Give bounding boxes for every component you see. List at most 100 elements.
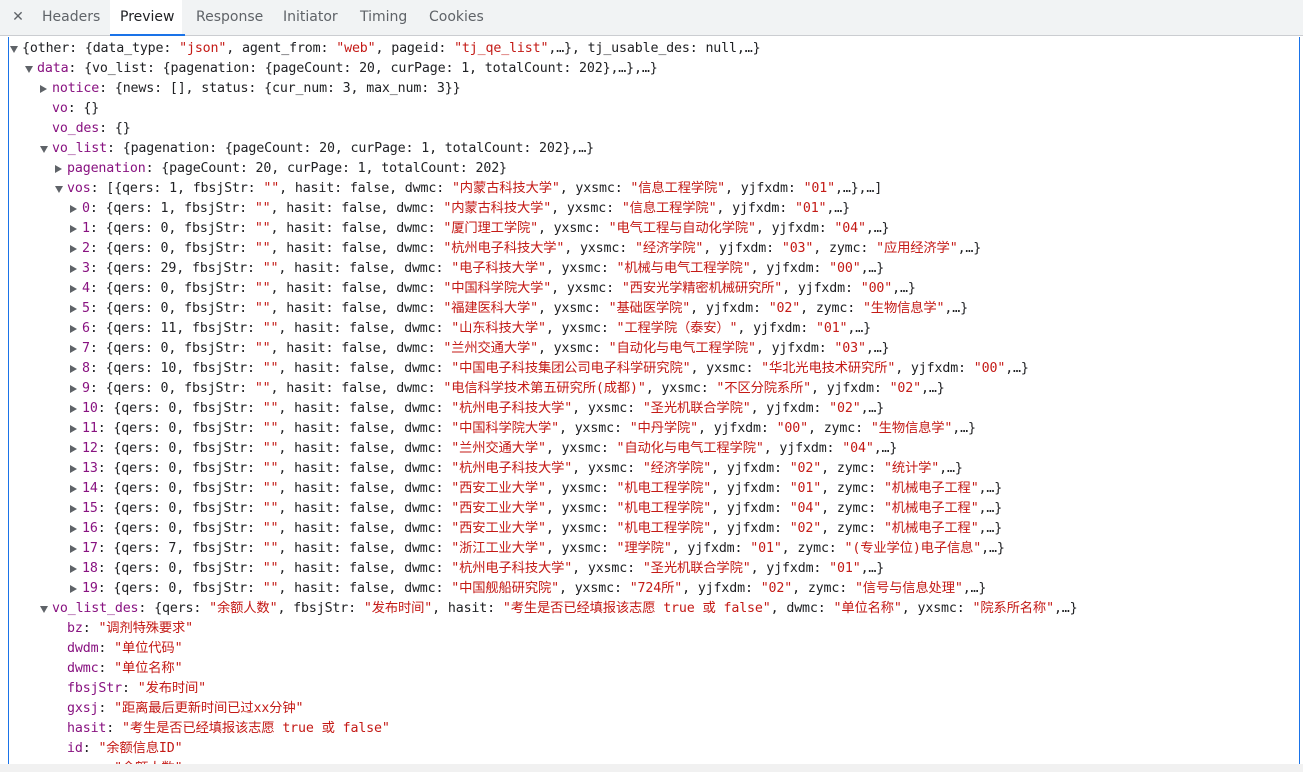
json-text: : {qers: 0, fbsjStr: — [89, 301, 255, 316]
json-key: 2 — [82, 241, 90, 256]
json-string: "04" — [789, 501, 822, 516]
tree-line[interactable]: 2: {qers: 0, fbsjStr: "", hasit: false, … — [0, 239, 1078, 259]
tree-line[interactable]: 5: {qers: 0, fbsjStr: "", hasit: false, … — [0, 299, 1078, 319]
tree-line[interactable]: vo_list_des: {qers: "余额人数", fbsjStr: "发布… — [0, 599, 1078, 619]
collapsed-triangle-icon[interactable] — [70, 385, 77, 393]
tree-line[interactable]: 17: {qers: 7, fbsjStr: "", hasit: false,… — [0, 539, 1078, 559]
collapsed-triangle-icon[interactable] — [70, 585, 77, 593]
collapsed-triangle-icon[interactable] — [70, 225, 77, 233]
tab-preview[interactable]: Preview — [110, 0, 184, 36]
collapsed-triangle-icon[interactable] — [70, 525, 77, 533]
collapsed-triangle-icon[interactable] — [55, 165, 62, 173]
json-string: "" — [254, 201, 271, 216]
json-string: "02" — [768, 301, 801, 316]
tree-line[interactable]: 4: {qers: 0, fbsjStr: "", hasit: false, … — [0, 279, 1078, 299]
json-text: , yxsmc: — [558, 421, 630, 436]
collapsed-triangle-icon[interactable] — [70, 345, 77, 353]
json-text: , yxsmc: — [545, 501, 617, 516]
json-text: , yxsmc: — [545, 541, 617, 556]
json-key: 11 — [82, 421, 98, 436]
json-key: 3 — [82, 261, 90, 276]
tree-line[interactable]: 6: {qers: 11, fbsjStr: "", hasit: false,… — [0, 319, 1078, 339]
expanded-triangle-icon[interactable] — [55, 186, 63, 193]
json-text: ,…} — [873, 441, 898, 456]
tree-line[interactable]: {other: {data_type: "json", agent_from: … — [0, 39, 1078, 59]
collapsed-triangle-icon[interactable] — [70, 445, 77, 453]
tree-line[interactable]: 1: {qers: 0, fbsjStr: "", hasit: false, … — [0, 219, 1078, 239]
json-string: "" — [262, 481, 279, 496]
json-text: , yxsmc: — [537, 341, 609, 356]
tree-line[interactable]: 16: {qers: 0, fbsjStr: "", hasit: false,… — [0, 519, 1078, 539]
collapsed-triangle-icon[interactable] — [70, 405, 77, 413]
tree-line[interactable]: 3: {qers: 29, fbsjStr: "", hasit: false,… — [0, 259, 1078, 279]
tree-line[interactable]: pagenation: {pageCount: 20, curPage: 1, … — [0, 159, 1078, 179]
json-text: , zymc: — [821, 481, 884, 496]
tree-line[interactable]: 12: {qers: 0, fbsjStr: "", hasit: false,… — [0, 439, 1078, 459]
json-string: "01" — [750, 541, 782, 556]
preview-panel[interactable]: {other: {data_type: "json", agent_from: … — [0, 37, 1303, 772]
collapsed-triangle-icon[interactable] — [70, 205, 77, 213]
tree-line[interactable]: notice: {news: [], status: {cur_num: 3, … — [0, 79, 1078, 99]
json-text: : {pagenation: {pageCount: 20, curPage: … — [107, 141, 595, 156]
json-text: , hasit: false, dwmc: — [278, 441, 452, 456]
tree-line[interactable]: vo_list: {pagenation: {pageCount: 20, cu… — [0, 139, 1078, 159]
json-string: "03" — [781, 241, 814, 256]
json-text: , yjfxdm: — [755, 341, 835, 356]
json-text: : {qers: 11, fbsjStr: — [89, 321, 263, 336]
json-text: , hasit: false, dwmc: — [270, 241, 444, 256]
collapsed-triangle-icon[interactable] — [70, 265, 77, 273]
json-text: , yxsmc: — [537, 221, 609, 236]
tree-line[interactable]: 19: {qers: 0, fbsjStr: "", hasit: false,… — [0, 579, 1078, 599]
json-text: : — [98, 661, 115, 676]
tab-cookies[interactable]: Cookies — [429, 0, 484, 35]
tree-line[interactable]: data: {vo_list: {pagenation: {pageCount:… — [0, 59, 1078, 79]
tree-line[interactable]: 10: {qers: 0, fbsjStr: "", hasit: false,… — [0, 399, 1078, 419]
json-string: "web" — [336, 41, 376, 56]
json-text: , yxsmc: — [545, 261, 617, 276]
json-text: , hasit: false, dwmc: — [270, 341, 444, 356]
tree-line[interactable]: 7: {qers: 0, fbsjStr: "", hasit: false, … — [0, 339, 1078, 359]
tab-response[interactable]: Response — [196, 0, 263, 35]
json-text: , yxsmc: — [901, 601, 973, 616]
collapsed-triangle-icon[interactable] — [70, 565, 77, 573]
tab-headers[interactable]: Headers — [42, 0, 100, 35]
expanded-triangle-icon[interactable] — [25, 66, 33, 73]
tree-line[interactable]: 0: {qers: 1, fbsjStr: "", hasit: false, … — [0, 199, 1078, 219]
collapsed-triangle-icon[interactable] — [70, 285, 77, 293]
expanded-triangle-icon[interactable] — [10, 46, 18, 53]
json-string: "西安光学精密机械研究所" — [621, 281, 783, 296]
collapsed-triangle-icon[interactable] — [70, 425, 77, 433]
tree-line[interactable]: 9: {qers: 0, fbsjStr: "", hasit: false, … — [0, 379, 1078, 399]
collapsed-triangle-icon[interactable] — [40, 85, 47, 93]
expanded-triangle-icon[interactable] — [40, 146, 48, 153]
json-text: , yjfxdm: — [690, 301, 769, 316]
json-string: "" — [254, 281, 271, 296]
json-text: , zymc: — [781, 541, 845, 556]
expanded-triangle-icon[interactable] — [40, 606, 48, 613]
close-icon[interactable]: ✕ — [9, 7, 27, 27]
json-string: "信息工程学院" — [621, 201, 717, 216]
collapsed-triangle-icon[interactable] — [70, 305, 77, 313]
tree-line[interactable]: 13: {qers: 0, fbsjStr: "", hasit: false,… — [0, 459, 1078, 479]
json-text: : — [106, 721, 122, 736]
tree-line[interactable]: 15: {qers: 0, fbsjStr: "", hasit: false,… — [0, 499, 1078, 519]
tree-line[interactable]: 8: {qers: 10, fbsjStr: "", hasit: false,… — [0, 359, 1078, 379]
collapsed-triangle-icon[interactable] — [70, 505, 77, 513]
tree-line[interactable]: 11: {qers: 0, fbsjStr: "", hasit: false,… — [0, 419, 1078, 439]
collapsed-triangle-icon[interactable] — [70, 545, 77, 553]
collapsed-triangle-icon[interactable] — [70, 485, 77, 493]
collapsed-triangle-icon[interactable] — [70, 465, 77, 473]
collapsed-triangle-icon[interactable] — [70, 245, 77, 253]
json-string: "03" — [834, 341, 866, 356]
tree-line[interactable]: 18: {qers: 0, fbsjStr: "", hasit: false,… — [0, 559, 1078, 579]
collapsed-triangle-icon[interactable] — [70, 325, 77, 333]
json-text: , yxsmc: — [545, 521, 617, 536]
tab-timing[interactable]: Timing — [360, 0, 407, 35]
tree-line[interactable]: 14: {qers: 0, fbsjStr: "", hasit: false,… — [0, 479, 1078, 499]
collapsed-triangle-icon[interactable] — [70, 365, 77, 373]
tree-line[interactable]: vos: [{qers: 1, fbsjStr: "", hasit: fals… — [0, 179, 1078, 199]
json-string: "02" — [829, 401, 861, 416]
json-text: : — [98, 641, 115, 656]
tab-initiator[interactable]: Initiator — [283, 0, 338, 35]
horizontal-scrollbar[interactable] — [0, 764, 1303, 772]
